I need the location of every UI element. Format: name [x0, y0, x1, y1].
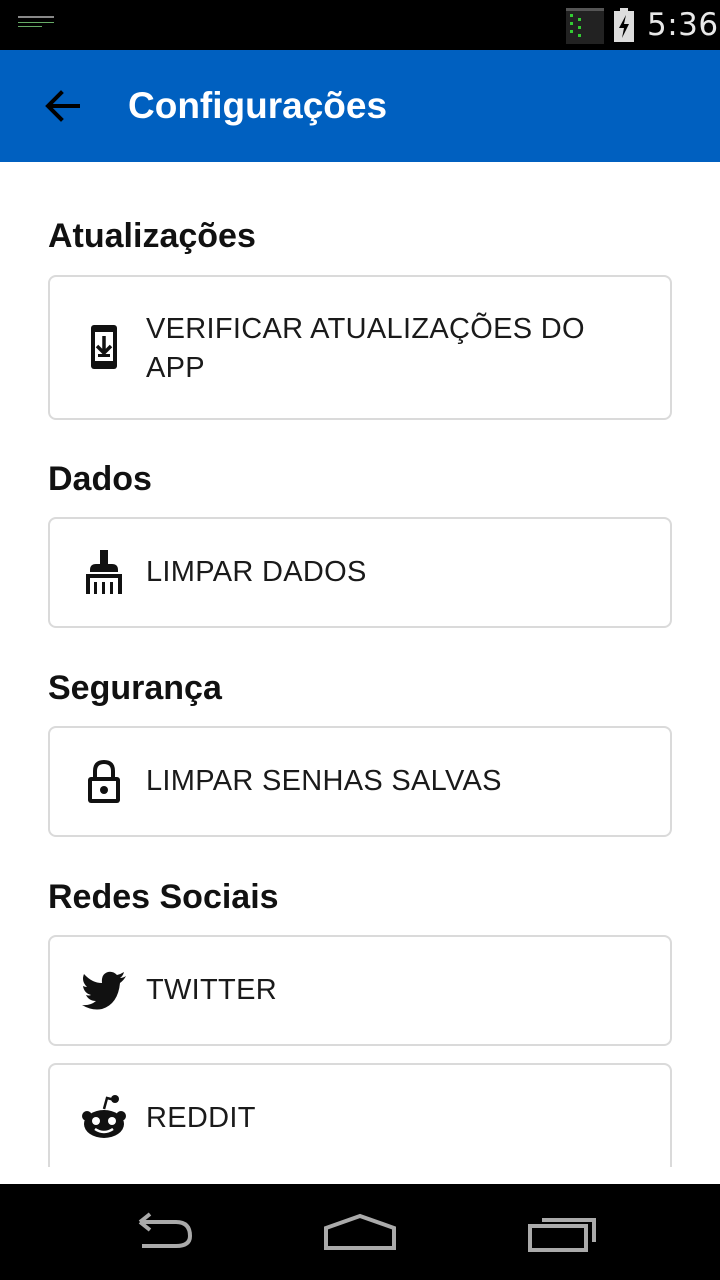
- arrow-back-icon[interactable]: [40, 84, 84, 128]
- clear-data-button[interactable]: LIMPAR DADOS: [48, 517, 672, 628]
- check-updates-label: VERIFICAR ATUALIZAÇÕES DO APP: [146, 313, 585, 384]
- notification-icon: [18, 16, 54, 27]
- clear-passwords-button[interactable]: LIMPAR SENHAS SALVAS: [48, 726, 672, 837]
- section-title-social: Redes Sociais: [48, 878, 279, 916]
- settings-list: Atualizações VERIFICAR ATUALIZAÇÕES DO A…: [0, 162, 720, 1167]
- check-updates-button[interactable]: VERIFICAR ATUALIZAÇÕES DO APP: [48, 275, 672, 420]
- battery-charging-icon: [614, 8, 634, 42]
- clear-data-label: LIMPAR DADOS: [146, 556, 367, 588]
- twitter-button[interactable]: TWITTER: [48, 935, 672, 1046]
- reddit-icon: [82, 1095, 126, 1138]
- status-bar: 5:36: [0, 0, 720, 50]
- navigation-bar: [0, 1184, 720, 1280]
- section-title-updates: Atualizações: [48, 217, 256, 255]
- back-nav-icon[interactable]: [120, 1206, 200, 1258]
- recents-nav-icon[interactable]: [522, 1206, 602, 1258]
- app-bar: Configurações: [0, 50, 720, 162]
- status-clock: 5:36: [647, 7, 719, 43]
- section-title-security: Segurança: [48, 669, 222, 707]
- section-title-data: Dados: [48, 460, 152, 498]
- phone-download-icon: [91, 325, 117, 369]
- reddit-button[interactable]: REDDIT: [48, 1063, 672, 1167]
- twitter-label: TWITTER: [146, 974, 277, 1006]
- twitter-icon: [82, 971, 126, 1010]
- lock-icon: [88, 759, 120, 803]
- reddit-label: REDDIT: [146, 1102, 256, 1134]
- broom-icon: [86, 550, 122, 594]
- clear-passwords-label: LIMPAR SENHAS SALVAS: [146, 765, 502, 797]
- page-title: Configurações: [128, 85, 388, 126]
- signal-icon: [566, 8, 604, 44]
- home-nav-icon[interactable]: [320, 1206, 400, 1258]
